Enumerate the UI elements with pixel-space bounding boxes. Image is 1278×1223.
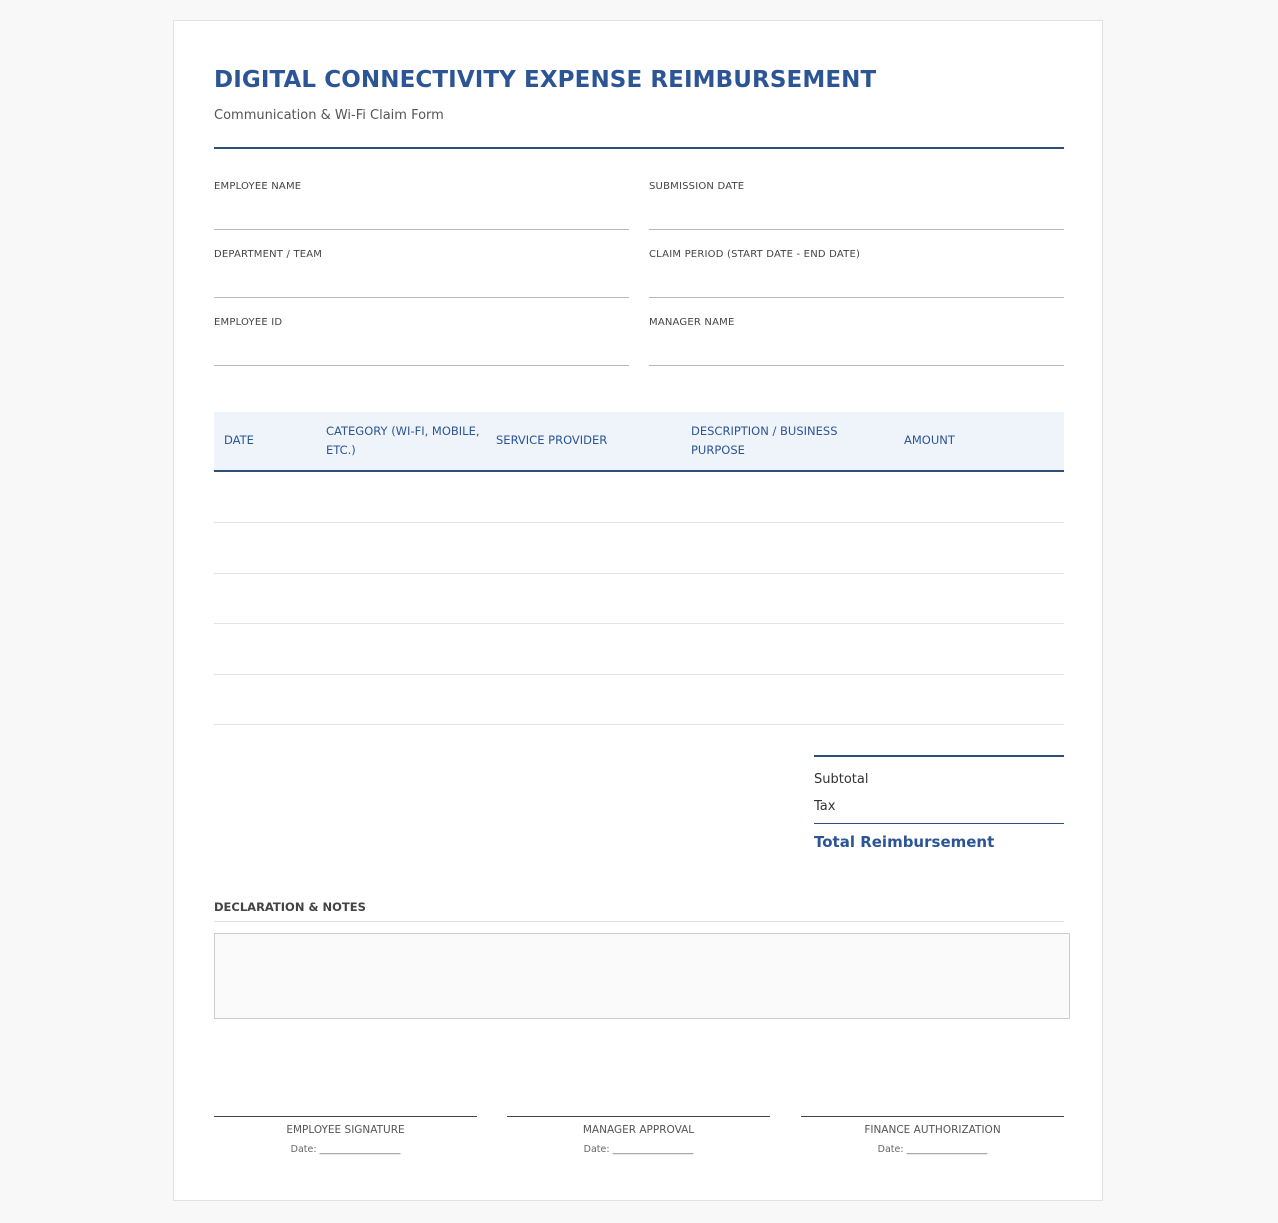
column-header-date: DATE <box>224 433 254 447</box>
form-page: DIGITAL CONNECTIVITY EXPENSE REIMBURSEME… <box>173 20 1103 1201</box>
totals-divider <box>814 823 1064 824</box>
employee-signature-date: Date: _________________ <box>290 1144 401 1155</box>
submission-date-field[interactable]: SUBMISSION DATE <box>649 181 1064 230</box>
declaration-divider <box>214 921 1064 922</box>
table-row[interactable] <box>214 573 1064 624</box>
finance-authorization-block[interactable]: FINANCE AUTHORIZATION Date: ____________… <box>801 1116 1064 1155</box>
claim-period-label: CLAIM PERIOD (START DATE - END DATE) <box>649 249 861 260</box>
manager-name-field[interactable]: MANAGER NAME <box>649 317 1064 366</box>
total-reimbursement-label: Total Reimbursement <box>814 833 995 851</box>
declaration-notes-textarea[interactable] <box>214 933 1070 1019</box>
claim-period-field[interactable]: CLAIM PERIOD (START DATE - END DATE) <box>649 249 1064 298</box>
totals-block: Subtotal Tax Total Reimbursement <box>814 755 1064 851</box>
manager-approval-date: Date: _________________ <box>583 1144 694 1155</box>
employee-id-label: EMPLOYEE ID <box>214 317 283 328</box>
expense-table-header: DATE CATEGORY (WI-FI, MOBILE, ETC.) SERV… <box>214 412 1064 472</box>
table-row[interactable] <box>214 624 1064 675</box>
department-label: DEPARTMENT / TEAM <box>214 249 323 260</box>
form-subtitle: Communication & Wi-Fi Claim Form <box>214 108 444 123</box>
table-row[interactable] <box>214 674 1064 725</box>
submission-date-label: SUBMISSION DATE <box>649 181 745 192</box>
column-header-service-provider: SERVICE PROVIDER <box>496 433 608 447</box>
manager-approval-label: MANAGER APPROVAL <box>582 1124 695 1136</box>
employee-id-field[interactable]: EMPLOYEE ID <box>214 317 629 366</box>
finance-authorization-label: FINANCE AUTHORIZATION <box>864 1124 1001 1136</box>
finance-authorization-date: Date: _________________ <box>877 1144 988 1155</box>
employee-signature-block[interactable]: EMPLOYEE SIGNATURE Date: _______________… <box>214 1116 477 1155</box>
column-header-category: CATEGORY (WI-FI, MOBILE, ETC.) <box>326 424 480 457</box>
department-field[interactable]: DEPARTMENT / TEAM <box>214 249 629 298</box>
manager-name-label: MANAGER NAME <box>649 317 735 328</box>
employee-name-label: EMPLOYEE NAME <box>214 181 302 192</box>
declaration-title: DECLARATION & NOTES <box>214 900 366 914</box>
manager-approval-block[interactable]: MANAGER APPROVAL Date: _________________ <box>507 1116 770 1155</box>
column-header-description: DESCRIPTION / BUSINESS PURPOSE <box>691 424 838 457</box>
column-header-amount: AMOUNT <box>904 433 955 447</box>
table-row[interactable] <box>214 523 1064 574</box>
form-title: DIGITAL CONNECTIVITY EXPENSE REIMBURSEME… <box>214 67 877 93</box>
employee-signature-label: EMPLOYEE SIGNATURE <box>286 1124 405 1136</box>
header-divider <box>214 147 1064 149</box>
tax-label: Tax <box>814 799 836 814</box>
employee-name-field[interactable]: EMPLOYEE NAME <box>214 181 629 230</box>
subtotal-label: Subtotal <box>814 772 869 787</box>
table-row[interactable] <box>214 472 1064 523</box>
